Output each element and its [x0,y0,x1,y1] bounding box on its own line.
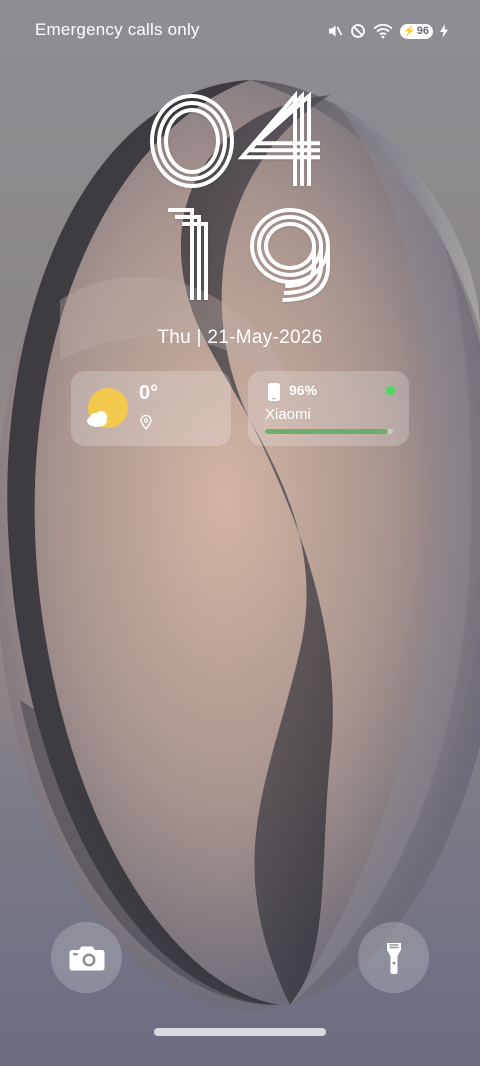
carrier-status-text: Emergency calls only [35,20,200,39]
device-name: Xiaomi [265,406,311,423]
vibrate-mute-icon [327,23,343,39]
date-text: Thu | 21-May-2026 [157,327,323,348]
location-pin-icon [140,415,152,430]
phone-icon [268,383,280,401]
charging-bolt-icon [440,24,448,38]
device-battery-percent: 96% [289,382,318,398]
clock-minute-digit-1-stripe-2 [175,215,201,300]
do-not-disturb-icon [350,23,366,39]
device-battery-widget[interactable]: 96% Xiaomi [248,371,409,446]
flashlight-shortcut-button[interactable] [358,922,429,993]
flashlight-icon [386,942,401,974]
wifi-icon [373,23,393,39]
clock-hour-digit-1-stripe-2 [157,101,227,181]
device-battery-bar [265,429,393,434]
battery-level-text: 96 [416,25,429,37]
home-indicator-bar[interactable] [154,1028,326,1036]
weather-widget[interactable]: 0° [71,371,231,446]
battery-icon: ⚡ 96 [400,23,433,39]
lock-clock: 04 19 [0,88,480,308]
device-battery-bar-fill [265,429,388,434]
weather-temperature: 0° [139,382,159,404]
lock-screen: Emergency calls only ⚡ 96 Thu | 21-May-2… [0,0,480,1066]
partly-cloudy-icon [87,388,128,428]
status-icons: ⚡ 96 [327,20,448,42]
clock-hour-digit-1-stripe-3 [164,108,220,174]
connection-status-dot [386,386,395,395]
camera-icon [69,946,104,970]
camera-shortcut-button[interactable] [51,922,122,993]
charging-bolt-inner-icon: ⚡ [403,25,416,37]
status-bar: Emergency calls only ⚡ 96 [0,0,480,62]
